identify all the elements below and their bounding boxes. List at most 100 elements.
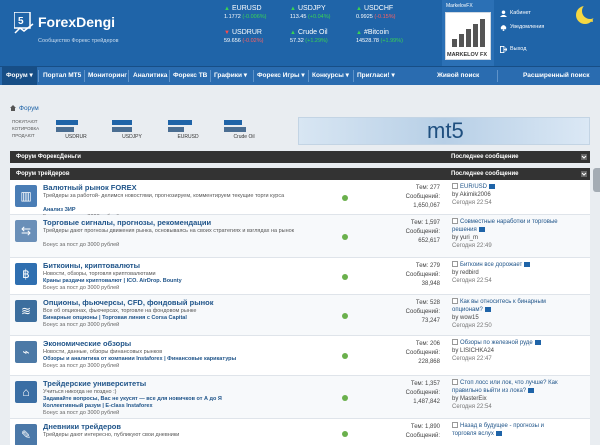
- last-post-title[interactable]: Совместные наработки и торговые решения: [452, 218, 562, 234]
- arrow-up-icon: ▲: [290, 30, 296, 36]
- nav-item-monitoring[interactable]: Мониторинг: [88, 67, 127, 85]
- diary-icon[interactable]: ✎: [15, 424, 37, 445]
- advanced-search-button[interactable]: Расширенный поиск: [523, 67, 589, 85]
- last-post-title[interactable]: EUR/USD: [452, 183, 562, 191]
- sentiment-pair-name: USDRUR: [65, 134, 87, 140]
- quote-crude-oil[interactable]: ▲ Crude Oil 57.32 (+1.29%): [290, 29, 346, 55]
- forum-row[interactable]: ⌁ Экономические обзоры Новости, данные, об…: [10, 336, 590, 376]
- forum-row[interactable]: ⌂ Трейдерские университеты Учиться никогда…: [10, 376, 590, 419]
- nav-item-mt5[interactable]: Портал MT5: [43, 67, 81, 85]
- subforum-links[interactable]: Анализ ЗИР: [43, 207, 76, 213]
- buy-bar: [56, 120, 78, 125]
- logo[interactable]: 5 ForexDengi Сообщество Форекс трейдеров: [14, 8, 164, 48]
- last-post-author[interactable]: by redbird: [452, 269, 562, 277]
- last-post-title[interactable]: Стоп лосс или лок, что лучше? Как правил…: [452, 379, 562, 395]
- subforum-links[interactable]: Коллективный разум | E-class Instaforex: [43, 403, 153, 409]
- nav-item-forex-tv[interactable]: Форекс ТВ: [173, 67, 207, 85]
- breadcrumb[interactable]: Форум: [10, 105, 39, 112]
- forum-title[interactable]: Опционы, фьючерсы, CFD, фондовый рынок: [43, 298, 213, 307]
- nav-item-analytics[interactable]: Аналитика: [133, 67, 167, 85]
- bell-icon: [500, 25, 507, 31]
- sentiment-pair[interactable]: USDJPY: [112, 118, 152, 144]
- chart-icon[interactable]: ▥: [15, 185, 37, 207]
- forum-title[interactable]: Валютный рынок FOREX: [43, 183, 137, 192]
- subforum-links[interactable]: Обзоры и аналитика от компании Instafore…: [43, 356, 236, 362]
- logout-link[interactable]: Выход: [500, 46, 526, 53]
- forum-row[interactable]: ▥ Валютный рынок FOREX Трейдеры за работой…: [10, 180, 590, 220]
- nav-item-forex-games[interactable]: Форекс Игры ▾: [257, 67, 305, 85]
- signpost-icon[interactable]: ⇆: [15, 220, 37, 242]
- forum-row[interactable]: ≋ Опционы, фьючерсы, CFD, фондовый рынок В…: [10, 295, 590, 336]
- subforum-links[interactable]: Задавайте вопросы, Вас не укусят — все д…: [43, 396, 222, 402]
- subforum-links[interactable]: Бинарные опционы | Торговая линия с Cors…: [43, 315, 187, 321]
- university-icon[interactable]: ⌂: [15, 381, 37, 403]
- forum-title[interactable]: Трейдерские университеты: [43, 379, 146, 388]
- stat-posts-label: Сообщений:: [405, 433, 440, 439]
- sentiment-pair-name: EURUSD: [177, 134, 199, 140]
- notifications-link[interactable]: Уведомления: [500, 24, 544, 31]
- bonus-text: Бонус за пост до 3000 рублей: [43, 363, 120, 369]
- last-post-author[interactable]: by LISICHKA24: [452, 347, 562, 355]
- moon-icon[interactable]: [574, 4, 596, 26]
- forum-row[interactable]: ✎ Дневники трейдеров Трейдеры дают интерес…: [10, 419, 590, 445]
- quote-usdjpy[interactable]: ▲ USDJPY 113.45 (+0.04%): [290, 5, 346, 31]
- bitcoin-icon[interactable]: ฿: [15, 263, 37, 285]
- last-post-author[interactable]: by MasterEix: [452, 395, 562, 403]
- promo-block[interactable]: MarkelovFX MARKELOV FX: [442, 0, 494, 66]
- go-to-post-icon[interactable]: [524, 262, 531, 267]
- collapse-icon[interactable]: [581, 171, 587, 177]
- last-post-title[interactable]: Назад в будущее - прогнозы и торговля вс…: [452, 422, 562, 438]
- go-to-post-icon[interactable]: [478, 227, 485, 232]
- go-to-post-icon[interactable]: [528, 388, 535, 393]
- last-post-author[interactable]: by yuri_m: [452, 234, 562, 242]
- forum-row[interactable]: ⇆ Торговые сигналы, прогнозы, рекомендаци…: [10, 215, 590, 258]
- sentiment-pair[interactable]: Crude Oil: [224, 118, 264, 144]
- bonus-text: Бонус за пост до 3000 рублей: [43, 285, 120, 291]
- cabinet-link[interactable]: Кабинет: [500, 10, 531, 17]
- quote-usdrur[interactable]: ▼ USDRUR 59.656 (-0.02%): [224, 29, 280, 55]
- quote-eurusd[interactable]: ▲ EURUSD 1.1772 (-0.006%): [224, 5, 280, 31]
- category-header[interactable]: Форум ФорексДеньги Последнее сообщение: [10, 151, 590, 163]
- last-post-author[interactable]: by wow15: [452, 314, 562, 322]
- nav-item-invite[interactable]: Пригласи! ▾: [357, 67, 395, 85]
- go-to-post-icon[interactable]: [534, 340, 541, 345]
- forum-row[interactable]: ฿ Биткоины, криптовалюты Новости, обзоры, …: [10, 258, 590, 295]
- side-panel-tab[interactable]: [593, 168, 600, 192]
- promo-image[interactable]: MARKELOV FX: [445, 12, 491, 60]
- forum-title[interactable]: Биткоины, криптовалюты: [43, 261, 140, 270]
- forum-title[interactable]: Дневники трейдеров: [43, 422, 121, 431]
- nav-item-contests[interactable]: Конкурсы ▾: [312, 67, 349, 85]
- nav-item-forum[interactable]: Форум ▾: [2, 67, 37, 85]
- go-to-post-icon[interactable]: [484, 307, 491, 312]
- arrow-up-icon: ▲: [224, 6, 230, 12]
- last-post-time: Сегодня 22:54: [452, 200, 492, 206]
- quote-usdchf[interactable]: ▲ USDCHF 0.9925 (-0.15%): [356, 5, 412, 31]
- forum-title[interactable]: Торговые сигналы, прогнозы, рекомендации: [43, 218, 211, 227]
- forum-stats: Тем: 1,597 Сообщений: 652,617: [388, 219, 440, 246]
- economy-icon[interactable]: ⌁: [15, 341, 37, 363]
- user-icon: [500, 10, 507, 17]
- last-post-author[interactable]: by Akimik2006: [452, 191, 562, 199]
- sentiment-labels: ПОКУПАЮТ КОТИРОВКА ПРОДАЮТ: [12, 119, 40, 138]
- last-post-title[interactable]: Биткоин все дорожает: [452, 261, 562, 269]
- nav-item-charts[interactable]: Графики ▾: [214, 67, 247, 85]
- last-post-title[interactable]: Обзоры по железной руде: [452, 339, 562, 347]
- last-post: Обзоры по железной руде by LISICHKA24 Сего…: [452, 339, 562, 363]
- quote-bitcoin[interactable]: ▲ #Bitcoin 14528.78 (+1.99%): [356, 29, 412, 55]
- collapse-icon[interactable]: [581, 154, 587, 160]
- sentiment-pair[interactable]: USDRUR: [56, 118, 96, 144]
- thread-icon: [452, 339, 458, 345]
- category-header[interactable]: Форум трейдеров Последнее сообщение: [10, 168, 590, 180]
- go-to-post-icon[interactable]: [489, 184, 496, 189]
- bonus-text: Бонус за пост до 3000 рублей: [43, 322, 120, 328]
- go-to-post-icon[interactable]: [495, 431, 502, 436]
- live-search-button[interactable]: Живой поиск: [437, 67, 479, 85]
- stat-topics: Тем: 206: [415, 341, 440, 347]
- forum-title[interactable]: Экономические обзоры: [43, 339, 131, 348]
- sentiment-pair[interactable]: EURUSD: [168, 118, 208, 144]
- subforum-links[interactable]: Краны раздачи криптовалют | ICO. AirDrop…: [43, 278, 182, 284]
- last-post-title[interactable]: Как вы относитесь к бинарным опционам?: [452, 298, 562, 314]
- mt5-banner[interactable]: mt5: [298, 117, 590, 145]
- logout-icon: [500, 46, 507, 53]
- options-icon[interactable]: ≋: [15, 300, 37, 322]
